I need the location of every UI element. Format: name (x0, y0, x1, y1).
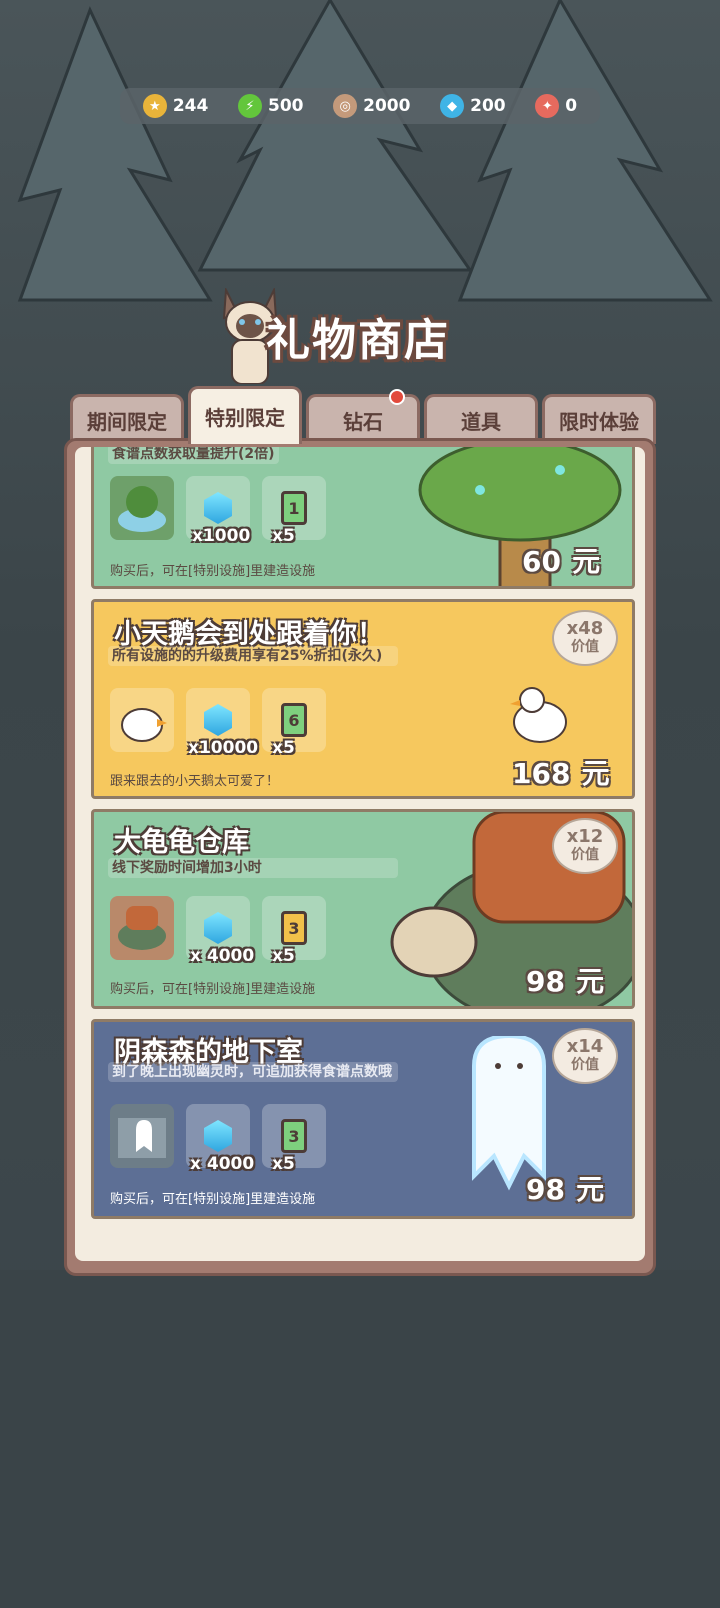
tab-special-limited[interactable]: 特别限定 (188, 386, 302, 444)
price-value: 60 (522, 545, 561, 578)
item-qty: x5 (272, 526, 295, 546)
value-label: 价值 (571, 847, 599, 863)
item-qty: x 4000 (190, 1154, 255, 1174)
pack-desc: 食谱点数获取量提升(2倍) (108, 447, 279, 464)
tab-label: 限时体验 (559, 410, 639, 434)
price-unit: 元 (572, 545, 601, 578)
diamond-icon (204, 492, 232, 524)
value-badge: x12 价值 (552, 818, 618, 874)
shop-panel: 食谱点数获取量提升(2倍) x1000 1 x5 购买后，可在[特别设施]里建造… (64, 438, 656, 1276)
pack-card-turtle[interactable]: 大龟龟仓库 线下奖励时间增加3小时 x12 价值 x 4000 3 x5 购买后，… (91, 809, 635, 1009)
pack-footer: 购买后，可在[特别设施]里建造设施 (110, 564, 316, 579)
price-unit: 元 (581, 757, 610, 790)
tree-pond-icon (110, 476, 174, 540)
value-badge: x14 价值 (552, 1028, 618, 1084)
currency-ticket[interactable]: ✦ 0 (535, 94, 577, 118)
ticket-green-icon: 6 (281, 703, 307, 737)
seed-icon: ◎ (333, 94, 358, 118)
value-multiplier: x48 (566, 618, 604, 639)
currency-seed[interactable]: ◎ 2000 (333, 94, 410, 118)
tab-diamond[interactable]: 钻石 (306, 389, 420, 444)
pack-list[interactable]: 食谱点数获取量提升(2倍) x1000 1 x5 购买后，可在[特别设施]里建造… (75, 447, 645, 1261)
price-value: 98 (526, 965, 565, 998)
tab-period-limited[interactable]: 期间限定 (70, 394, 184, 444)
pack-desc: 到了晚上出现幽灵时，可追加获得食谱点数哦 (108, 1062, 398, 1082)
pack-footer: 购买后，可在[特别设施]里建造设施 (110, 1192, 316, 1207)
item-qty: x10000 (188, 738, 259, 758)
item-qty: x 4000 (190, 946, 255, 966)
pack-footer: 购买后，可在[特别设施]里建造设施 (110, 982, 316, 997)
pack-title: 大龟龟仓库 (114, 827, 249, 858)
energy-value: 500 (267, 96, 304, 116)
price-button[interactable]: 98 元 (526, 960, 604, 1000)
diamond-value: 200 (470, 96, 506, 116)
value-label: 价值 (571, 1057, 599, 1073)
value-multiplier: x14 (566, 1036, 604, 1057)
ticket-green-icon: 1 (281, 491, 307, 525)
value-badge: x48 价值 (552, 610, 618, 666)
seed-value: 2000 (363, 96, 411, 116)
diamond-icon (204, 1120, 232, 1152)
item-qty: x5 (272, 1154, 295, 1174)
price-button[interactable]: 168 元 (512, 752, 610, 792)
price-value: 168 (512, 757, 571, 790)
currency-energy[interactable]: ⚡ 500 (237, 94, 304, 118)
value-label: 价值 (571, 639, 599, 655)
item-qty: x5 (272, 738, 295, 758)
ticket-orange-icon: 3 (281, 911, 307, 945)
pack-desc: 线下奖励时间增加3小时 (108, 858, 398, 878)
price-unit: 元 (576, 1173, 605, 1206)
currency-coin[interactable]: ★ 244 (142, 94, 209, 118)
price-button[interactable]: 60 元 (522, 540, 600, 580)
pack-card-basement[interactable]: 阴森森的地下室 到了晚上出现幽灵时，可追加获得食谱点数哦 x14 价值 x 400… (91, 1019, 635, 1219)
tab-limited-trial[interactable]: 限时体验 (542, 394, 656, 444)
price-button[interactable]: 98 元 (526, 1168, 604, 1208)
item-qty: x1000 (192, 526, 251, 546)
tab-label: 道具 (461, 410, 501, 434)
tab-label: 钻石 (343, 410, 383, 434)
currency-bar: ★ 244 ⚡ 500 ◎ 2000 ◆ 200 ✦ 0 (120, 88, 600, 124)
price-unit: 元 (576, 965, 605, 998)
currency-diamond[interactable]: ◆ 200 (440, 94, 506, 118)
pack-footer: 跟来跟去的小天鹅太可爱了！ (110, 774, 280, 789)
tab-label: 期间限定 (87, 410, 167, 434)
diamond-icon (204, 912, 232, 944)
tab-items[interactable]: 道具 (424, 394, 538, 444)
diamond-icon (204, 704, 232, 736)
shop-header: 礼物商店 (210, 288, 510, 390)
ticket-value: 0 (565, 96, 578, 116)
ticket-green-icon: 3 (281, 1119, 307, 1153)
pack-card-tree[interactable]: 食谱点数获取量提升(2倍) x1000 1 x5 购买后，可在[特别设施]里建造… (91, 447, 635, 589)
page-title: 礼物商店 (266, 315, 450, 366)
coin-value: 244 (172, 96, 209, 116)
ticket-icon: ✦ (535, 94, 560, 118)
pack-card-duckling[interactable]: 小天鹅会到处跟着你！ 所有设施的的升级费用享有25%折扣(永久) x48 价值 x… (91, 599, 635, 799)
diamond-icon: ◆ (440, 94, 465, 118)
coin-icon: ★ (142, 94, 167, 118)
swan-illustration-icon (510, 687, 567, 743)
duckling-icon (110, 688, 174, 752)
price-value: 98 (526, 1173, 565, 1206)
tab-label: 特别限定 (205, 406, 285, 430)
turtle-warehouse-icon (110, 896, 174, 960)
pack-desc: 所有设施的的升级费用享有25%折扣(永久) (108, 646, 398, 666)
notification-dot (389, 389, 405, 405)
value-multiplier: x12 (566, 826, 604, 847)
ground (0, 1270, 720, 1608)
item-qty: x5 (272, 946, 295, 966)
ghost-basement-icon (110, 1104, 174, 1168)
lightning-icon: ⚡ (237, 94, 262, 118)
